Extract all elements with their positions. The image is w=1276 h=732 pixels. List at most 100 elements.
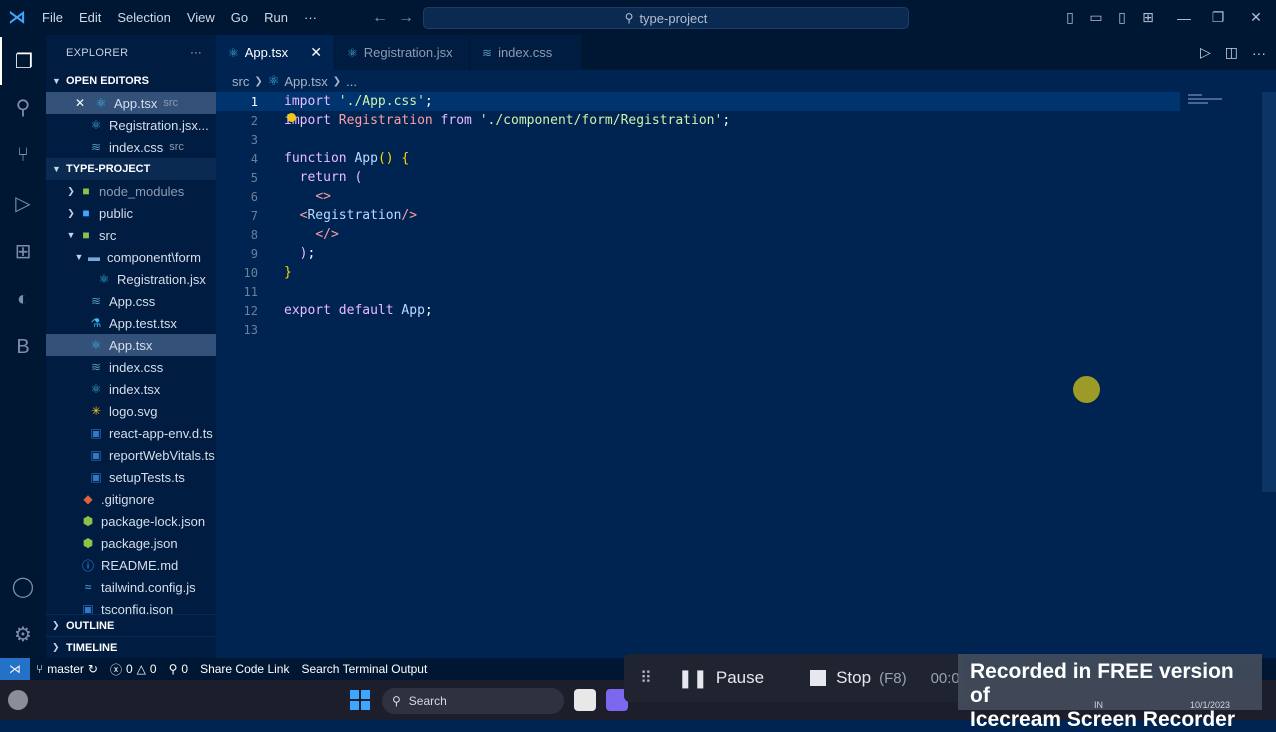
menu-selection[interactable]: Selection	[109, 0, 178, 35]
toggle-secondary-sidebar-icon[interactable]: ▯	[1108, 0, 1136, 35]
menu-run[interactable]: Run	[256, 0, 296, 35]
more-actions-icon[interactable]: ···	[1252, 45, 1266, 61]
tab-label: App.tsx	[244, 45, 289, 60]
code-text: </>	[315, 227, 339, 242]
mouse-cursor-highlight	[1073, 376, 1100, 403]
css-file-icon: ≋	[482, 45, 493, 60]
open-editor-item[interactable]: ≋ index.css src	[46, 136, 216, 158]
explorer-icon[interactable]: ❐	[0, 37, 46, 85]
drag-handle-icon[interactable]: ⠿	[640, 668, 652, 688]
account-icon[interactable]: ◯	[0, 562, 46, 610]
line-number: 8	[250, 227, 258, 242]
breadcrumb-folder[interactable]: src	[232, 74, 249, 89]
back-arrow-icon[interactable]: ←	[367, 9, 393, 27]
tree-item-registration[interactable]: ⚛ Registration.jsx	[46, 268, 216, 290]
tree-item-package-lock[interactable]: ⬢ package-lock.json	[46, 510, 216, 532]
extensions-icon[interactable]: ⊞	[0, 227, 46, 275]
tree-item-tailwind-config[interactable]: ≈ tailwind.config.js	[46, 576, 216, 598]
taskbar-search[interactable]: ⚲ Search	[382, 688, 564, 714]
menu-more[interactable]: ···	[296, 0, 325, 35]
branch-status[interactable]: ⑂ master ↻	[30, 662, 104, 676]
run-icon[interactable]: ▷	[1200, 44, 1211, 61]
minimize-icon[interactable]: —	[1170, 0, 1198, 35]
tree-item-app-tsx[interactable]: ⚛ App.tsx	[46, 334, 216, 356]
system-clock-date[interactable]: 10/1/2023	[1190, 700, 1230, 710]
open-editor-desc: src	[169, 141, 184, 153]
close-window-icon[interactable]: ✕	[1242, 0, 1270, 35]
toggle-sidebar-icon[interactable]: ▯	[1056, 0, 1084, 35]
code-text: import Registration from './component/fo…	[284, 113, 731, 128]
menu-edit[interactable]: Edit	[71, 0, 109, 35]
minimap[interactable]	[1188, 92, 1228, 112]
lightbulb-hint-icon[interactable]	[287, 113, 296, 122]
tree-item-public[interactable]: ❯ ■ public	[46, 202, 216, 224]
menu-view[interactable]: View	[179, 0, 223, 35]
close-icon[interactable]: ✕	[72, 96, 88, 110]
weather-widget-icon[interactable]	[8, 690, 28, 710]
menu-file[interactable]: File	[34, 0, 71, 35]
explorer-more-icon[interactable]: ···	[190, 47, 202, 59]
pause-button[interactable]: Pause	[716, 668, 764, 688]
tree-item-component-form[interactable]: ▼ ▬ component\form	[46, 246, 216, 268]
tree-item-index-css[interactable]: ≋ index.css	[46, 356, 216, 378]
error-count: 0	[125, 662, 133, 676]
line-number: 1	[250, 94, 258, 109]
input-language[interactable]: IN	[1094, 700, 1103, 710]
open-editor-item[interactable]: ⚛ Registration.jsx...	[46, 114, 216, 136]
windows-start-icon[interactable]	[350, 690, 370, 710]
ports-status[interactable]: ⚲ 0	[163, 662, 194, 676]
branch-name: master	[47, 662, 84, 676]
tree-item-readme[interactable]: ⓘ README.md	[46, 554, 216, 576]
stop-icon[interactable]	[810, 670, 827, 686]
taskbar-search-label: Search	[408, 694, 447, 708]
layout-icon[interactable]: ⊞	[1134, 0, 1162, 35]
remote-indicator-icon[interactable]: ⋊	[0, 658, 30, 680]
menu-go[interactable]: Go	[223, 0, 256, 35]
forward-arrow-icon[interactable]: →	[393, 9, 419, 27]
tree-item-setup-tests[interactable]: ▣ setupTests.ts	[46, 466, 216, 488]
timeline-section[interactable]: ❯ TIMELINE	[46, 636, 216, 658]
restore-icon[interactable]: ❐	[1204, 0, 1232, 35]
open-editors-section[interactable]: ▼ OPEN EDITORS	[46, 70, 216, 92]
node-json-icon: ⬢	[82, 514, 94, 528]
search-terminal-output[interactable]: Search Terminal Output	[295, 662, 433, 676]
tree-item-report-web-vitals[interactable]: ▣ reportWebVitals.ts	[46, 444, 216, 466]
tab-registration-jsx[interactable]: ⚛ Registration.jsx	[335, 35, 470, 70]
task-view-icon[interactable]	[574, 689, 596, 711]
tree-item-label: reportWebVitals.ts	[109, 447, 215, 463]
tree-item-node-modules[interactable]: ❯ ■ node_modules	[46, 180, 216, 202]
command-center-search[interactable]: ⚲ type-project	[423, 7, 909, 29]
tab-app-tsx[interactable]: ⚛ App.tsx ✕	[216, 35, 335, 70]
project-section[interactable]: ▼ TYPE-PROJECT	[46, 158, 216, 180]
tree-item-app-css[interactable]: ≋ App.css	[46, 290, 216, 312]
split-editor-icon[interactable]: ◫	[1225, 44, 1238, 61]
breadcrumb-file[interactable]: App.tsx	[284, 74, 327, 89]
bold-extension-icon[interactable]: B	[0, 323, 46, 371]
react-file-icon: ⚛	[90, 382, 102, 396]
source-control-icon[interactable]: ⑂	[0, 131, 46, 179]
run-debug-icon[interactable]: ▷	[0, 179, 46, 227]
settings-gear-icon[interactable]: ⚙	[0, 610, 46, 658]
share-code-link[interactable]: Share Code Link	[194, 662, 295, 676]
pause-icon[interactable]: ❚❚	[678, 668, 708, 689]
tree-item-react-app-env[interactable]: ▣ react-app-env.d.ts	[46, 422, 216, 444]
open-editor-item[interactable]: ✕ ⚛ App.tsx src	[46, 92, 216, 114]
search-icon[interactable]: ⚲	[0, 83, 46, 131]
tree-item-logo-svg[interactable]: ✳ logo.svg	[46, 400, 216, 422]
code-editor[interactable]: 1 import './App.css'; 2 import Registrat…	[216, 92, 1276, 658]
outline-section[interactable]: ❯ OUTLINE	[46, 614, 216, 636]
tree-item-gitignore[interactable]: ◆ .gitignore	[46, 488, 216, 510]
toggle-panel-icon[interactable]: ▭	[1082, 0, 1110, 35]
tree-item-index-tsx[interactable]: ⚛ index.tsx	[46, 378, 216, 400]
edge-browser-icon[interactable]: ◐	[0, 275, 46, 323]
tree-item-src[interactable]: ▼ ■ src	[46, 224, 216, 246]
stop-button[interactable]: Stop	[836, 668, 871, 688]
breadcrumb-more[interactable]: ...	[346, 74, 357, 89]
tab-index-css[interactable]: ≋ index.css	[470, 35, 582, 70]
problems-status[interactable]: ⓧ 0 △ 0	[104, 661, 163, 678]
tree-item-package-json[interactable]: ⬢ package.json	[46, 532, 216, 554]
editor-tabs: ⚛ App.tsx ✕ ⚛ Registration.jsx ≋ index.c…	[216, 35, 1276, 70]
tree-item-app-test[interactable]: ⚗ App.test.tsx	[46, 312, 216, 334]
close-icon[interactable]: ✕	[310, 44, 322, 61]
editor-scrollbar[interactable]	[1262, 92, 1276, 492]
